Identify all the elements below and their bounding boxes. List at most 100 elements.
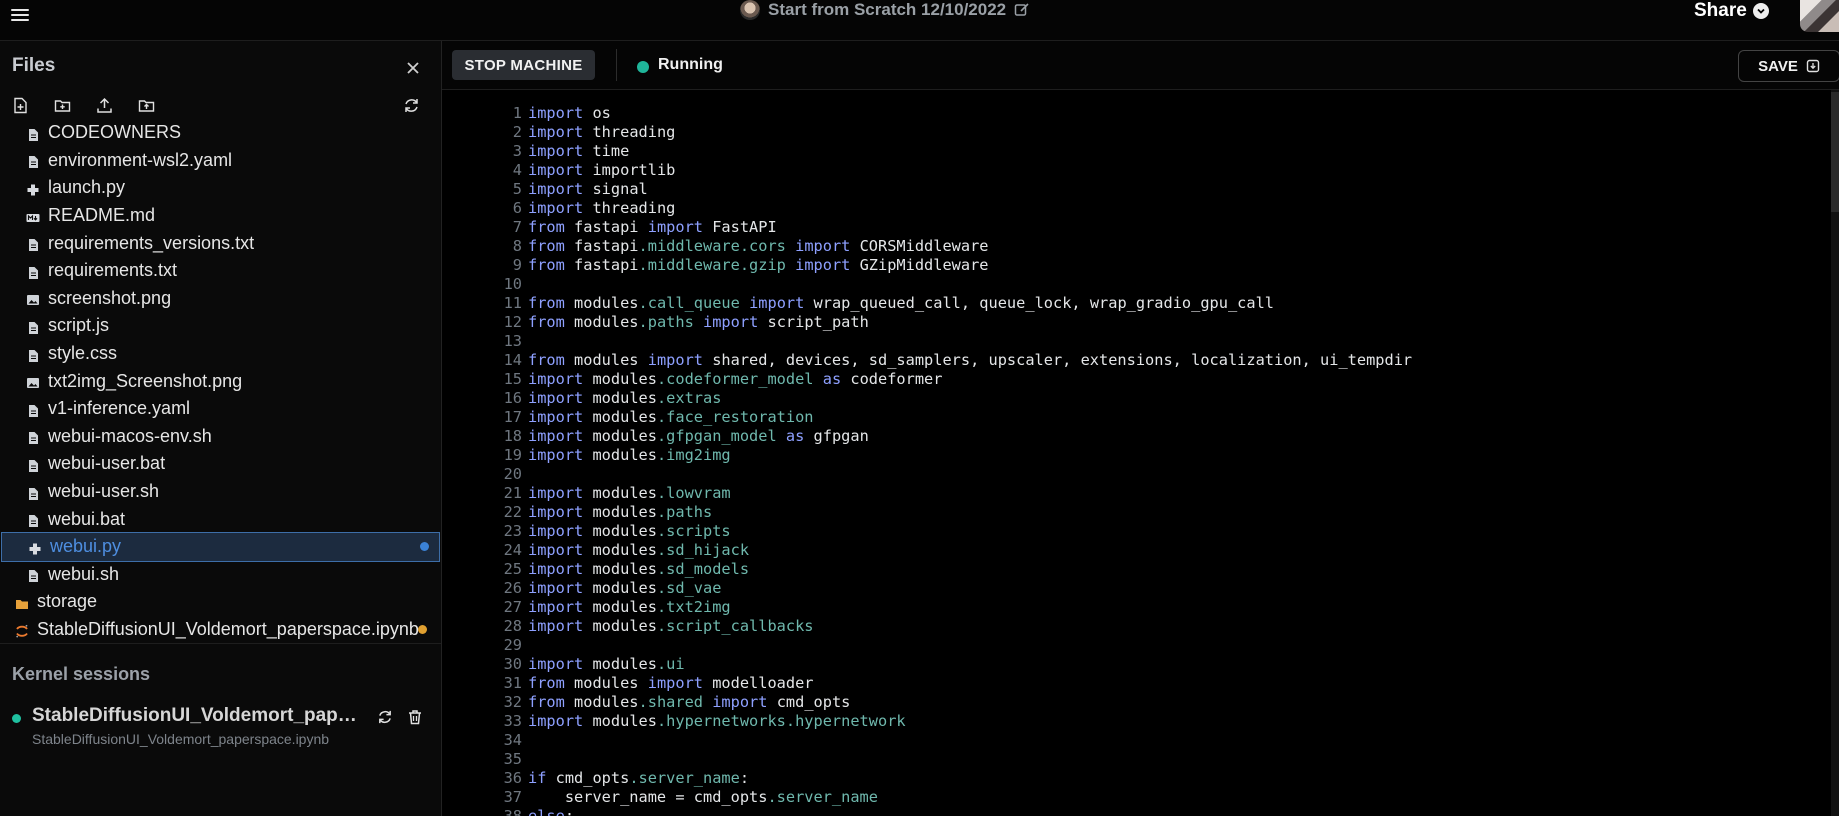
kernel-status-dot [12, 714, 21, 723]
line-content: else: [528, 807, 574, 816]
line-content: import modules.face_restoration [528, 408, 814, 427]
new-file-icon[interactable] [12, 97, 29, 114]
file-name: environment-wsl2.yaml [48, 149, 233, 170]
code-line: 37 server_name = cmd_opts.server_name [442, 788, 1412, 807]
line-content: import threading [528, 123, 675, 142]
upload-icon[interactable] [96, 97, 113, 114]
code-line: 4 import importlib [442, 161, 1412, 180]
code-token: .sd_models [656, 560, 750, 578]
code-token: FastAPI [703, 218, 777, 236]
file-icon [26, 485, 40, 500]
line-number: 4 [512, 161, 522, 179]
code-token: import [528, 617, 584, 635]
code-token: import [795, 237, 851, 255]
code-line: 25 import modules.sd_models [442, 560, 1412, 579]
folder-item[interactable]: StableDiffusionUI_Voldemort_paperspace.i… [0, 616, 441, 644]
code-line: 11 from modules.call_queue import wrap_qu… [442, 294, 1412, 313]
files-panel-title: Files [12, 55, 56, 76]
line-content: from modules.paths import script_path [528, 313, 869, 332]
file-item[interactable]: requirements.txt [0, 257, 441, 285]
trash-icon[interactable] [407, 709, 423, 725]
code-token: fastapi [564, 218, 648, 236]
code-line: 3 import time [442, 142, 1412, 161]
code-token: signal [583, 180, 648, 198]
code-token: import [712, 693, 768, 711]
file-item[interactable]: CODEOWNERS [0, 119, 441, 147]
code-token: modules [564, 693, 639, 711]
scrollbar-thumb[interactable] [1831, 92, 1839, 212]
save-button[interactable]: SAVE [1738, 50, 1839, 82]
code-token: modules [564, 674, 648, 692]
file-item[interactable]: README.md [0, 202, 441, 230]
code-token: modules [583, 389, 657, 407]
file-icon [26, 126, 40, 141]
line-number: 9 [512, 256, 522, 274]
file-item[interactable]: screenshot.png [0, 285, 441, 313]
file-item[interactable]: webui-user.bat [0, 450, 441, 478]
code-token: from [528, 313, 565, 331]
stop-machine-button[interactable]: STOP MACHINE [452, 50, 595, 80]
edit-icon[interactable] [1014, 2, 1030, 18]
code-token: import [528, 161, 584, 179]
upload-folder-icon[interactable] [138, 97, 155, 114]
file-item[interactable]: webui.sh [0, 561, 441, 589]
file-item[interactable]: webui-user.sh [0, 478, 441, 506]
hamburger-menu-icon[interactable] [11, 6, 29, 24]
file-item[interactable]: environment-wsl2.yaml [0, 147, 441, 175]
code-line: 19 import modules.img2img [442, 446, 1412, 465]
code-token: from [528, 294, 565, 312]
code-token: modules [583, 503, 657, 521]
refresh-icon[interactable] [403, 97, 420, 114]
code-line: 13 [442, 332, 1412, 351]
code-editor[interactable]: 1 import os 2 import threading 3 import time 4… [442, 90, 1839, 816]
line-content: import modules.ui [528, 655, 685, 674]
code-token: .middleware.cors [638, 237, 786, 255]
notebook-title-text: Start from Scratch 12/10/2022 [768, 0, 1007, 19]
kernel-session-name[interactable]: StableDiffusionUI_Voldemort_paper... [32, 705, 367, 727]
code-token: import [528, 655, 584, 673]
share-button[interactable]: Share [1694, 0, 1769, 22]
divider [0, 643, 441, 644]
code-line: 5 import signal [442, 180, 1412, 199]
file-item[interactable]: webui.py [1, 531, 440, 562]
chevron-down-icon [1752, 3, 1769, 19]
line-number: 14 [503, 351, 522, 369]
code-token: if [528, 769, 547, 787]
line-number: 33 [503, 712, 522, 730]
line-number: 3 [512, 142, 522, 160]
code-token: modules [583, 712, 657, 730]
python-icon [26, 181, 40, 196]
code-line: 33 import modules.hypernetworks.hypernetw… [442, 712, 1412, 731]
user-avatar[interactable] [1800, 0, 1839, 32]
notebook-title[interactable]: Start from Scratch 12/10/2022 [740, 0, 1030, 20]
code-token: from [528, 237, 565, 255]
file-name: StableDiffusionUI_Voldemort_paperspace.i… [37, 618, 419, 639]
new-folder-icon[interactable] [54, 97, 71, 114]
code-token: modules [583, 541, 657, 559]
file-name: style.css [48, 343, 118, 364]
file-item[interactable]: style.css [0, 340, 441, 368]
code-token: .scripts [656, 522, 731, 540]
line-number: 10 [503, 275, 522, 293]
code-line: 12 from modules.paths import script_path [442, 313, 1412, 332]
restart-kernel-icon[interactable] [377, 709, 393, 725]
code-line: 30 import modules.ui [442, 655, 1412, 674]
code-token: import [528, 503, 584, 521]
file-item[interactable]: webui.bat [0, 505, 441, 533]
file-item[interactable]: txt2img_Screenshot.png [0, 367, 441, 395]
folder-item[interactable]: storage [0, 588, 441, 616]
file-item[interactable]: webui-macos-env.sh [0, 423, 441, 451]
code-token: .lowvram [656, 484, 731, 502]
line-number: 25 [503, 560, 522, 578]
code-token: import [528, 123, 584, 141]
code-token: cmd_opts [767, 693, 851, 711]
close-icon[interactable] [406, 61, 420, 75]
file-item[interactable]: requirements_versions.txt [0, 229, 441, 257]
file-item[interactable]: script.js [0, 312, 441, 340]
line-number: 36 [503, 769, 522, 787]
file-item[interactable]: v1-inference.yaml [0, 395, 441, 423]
line-content: from modules import shared, devices, sd_… [528, 351, 1412, 370]
file-item[interactable]: launch.py [0, 174, 441, 202]
code-token: .gfpgan_model [656, 427, 777, 445]
